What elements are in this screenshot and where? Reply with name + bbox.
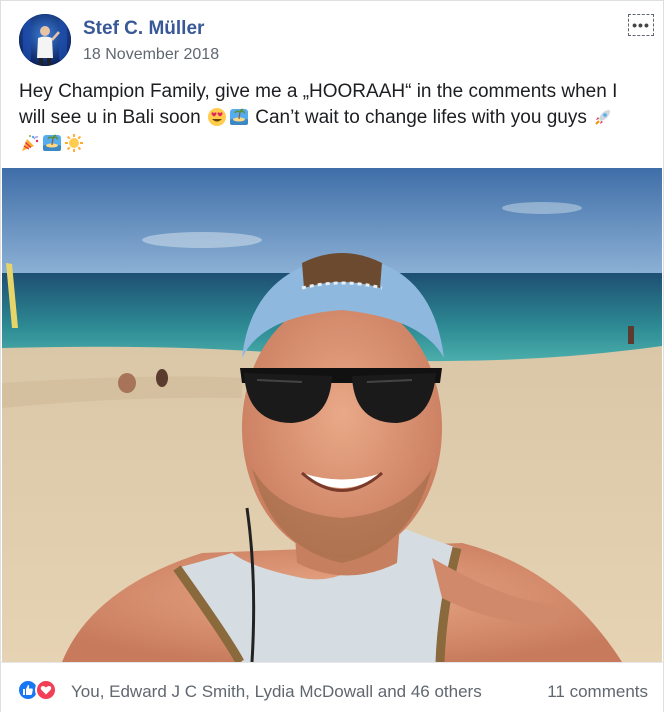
post-date-link[interactable]: 18 November 2018 <box>83 46 219 64</box>
thumbs-up-glyph <box>23 685 33 695</box>
post-text-line2a: will see u in Bali soon <box>19 107 206 128</box>
more-options-button[interactable]: ••• <box>628 14 654 36</box>
post-footer: You, Edward J C Smith, Lydia McDowall an… <box>1 662 663 713</box>
rocket-icon <box>595 110 611 125</box>
party-popper-icon <box>22 135 39 151</box>
beach-island-icon <box>229 108 248 125</box>
love-icon <box>35 679 57 701</box>
post-card: Stef C. Müller 18 November 2018 ••• Hey … <box>0 0 664 713</box>
beach-island-icon <box>43 134 61 151</box>
author-name-link[interactable]: Stef C. Müller <box>83 18 204 40</box>
reaction-names-link[interactable]: You, Edward J C Smith, Lydia McDowall an… <box>71 682 482 702</box>
reaction-icons[interactable] <box>17 679 57 701</box>
heart-eyes-icon <box>207 108 226 126</box>
post-text-line1: Hey Champion Family, give me a „HOORAAH“… <box>19 81 618 102</box>
post-text: Hey Champion Family, give me a „HOORAAH“… <box>19 79 649 157</box>
heart-glyph <box>40 685 52 695</box>
more-dots-icon: ••• <box>632 17 650 33</box>
post-photo[interactable] <box>2 168 662 662</box>
post-text-line2b: Can’t wait to change lifes with you guys <box>249 107 593 128</box>
comments-count-link[interactable]: 11 comments <box>547 682 648 702</box>
avatar-image <box>19 14 71 66</box>
sun-icon <box>65 134 83 152</box>
beach-selfie-image <box>2 168 662 662</box>
author-avatar[interactable] <box>19 14 71 66</box>
